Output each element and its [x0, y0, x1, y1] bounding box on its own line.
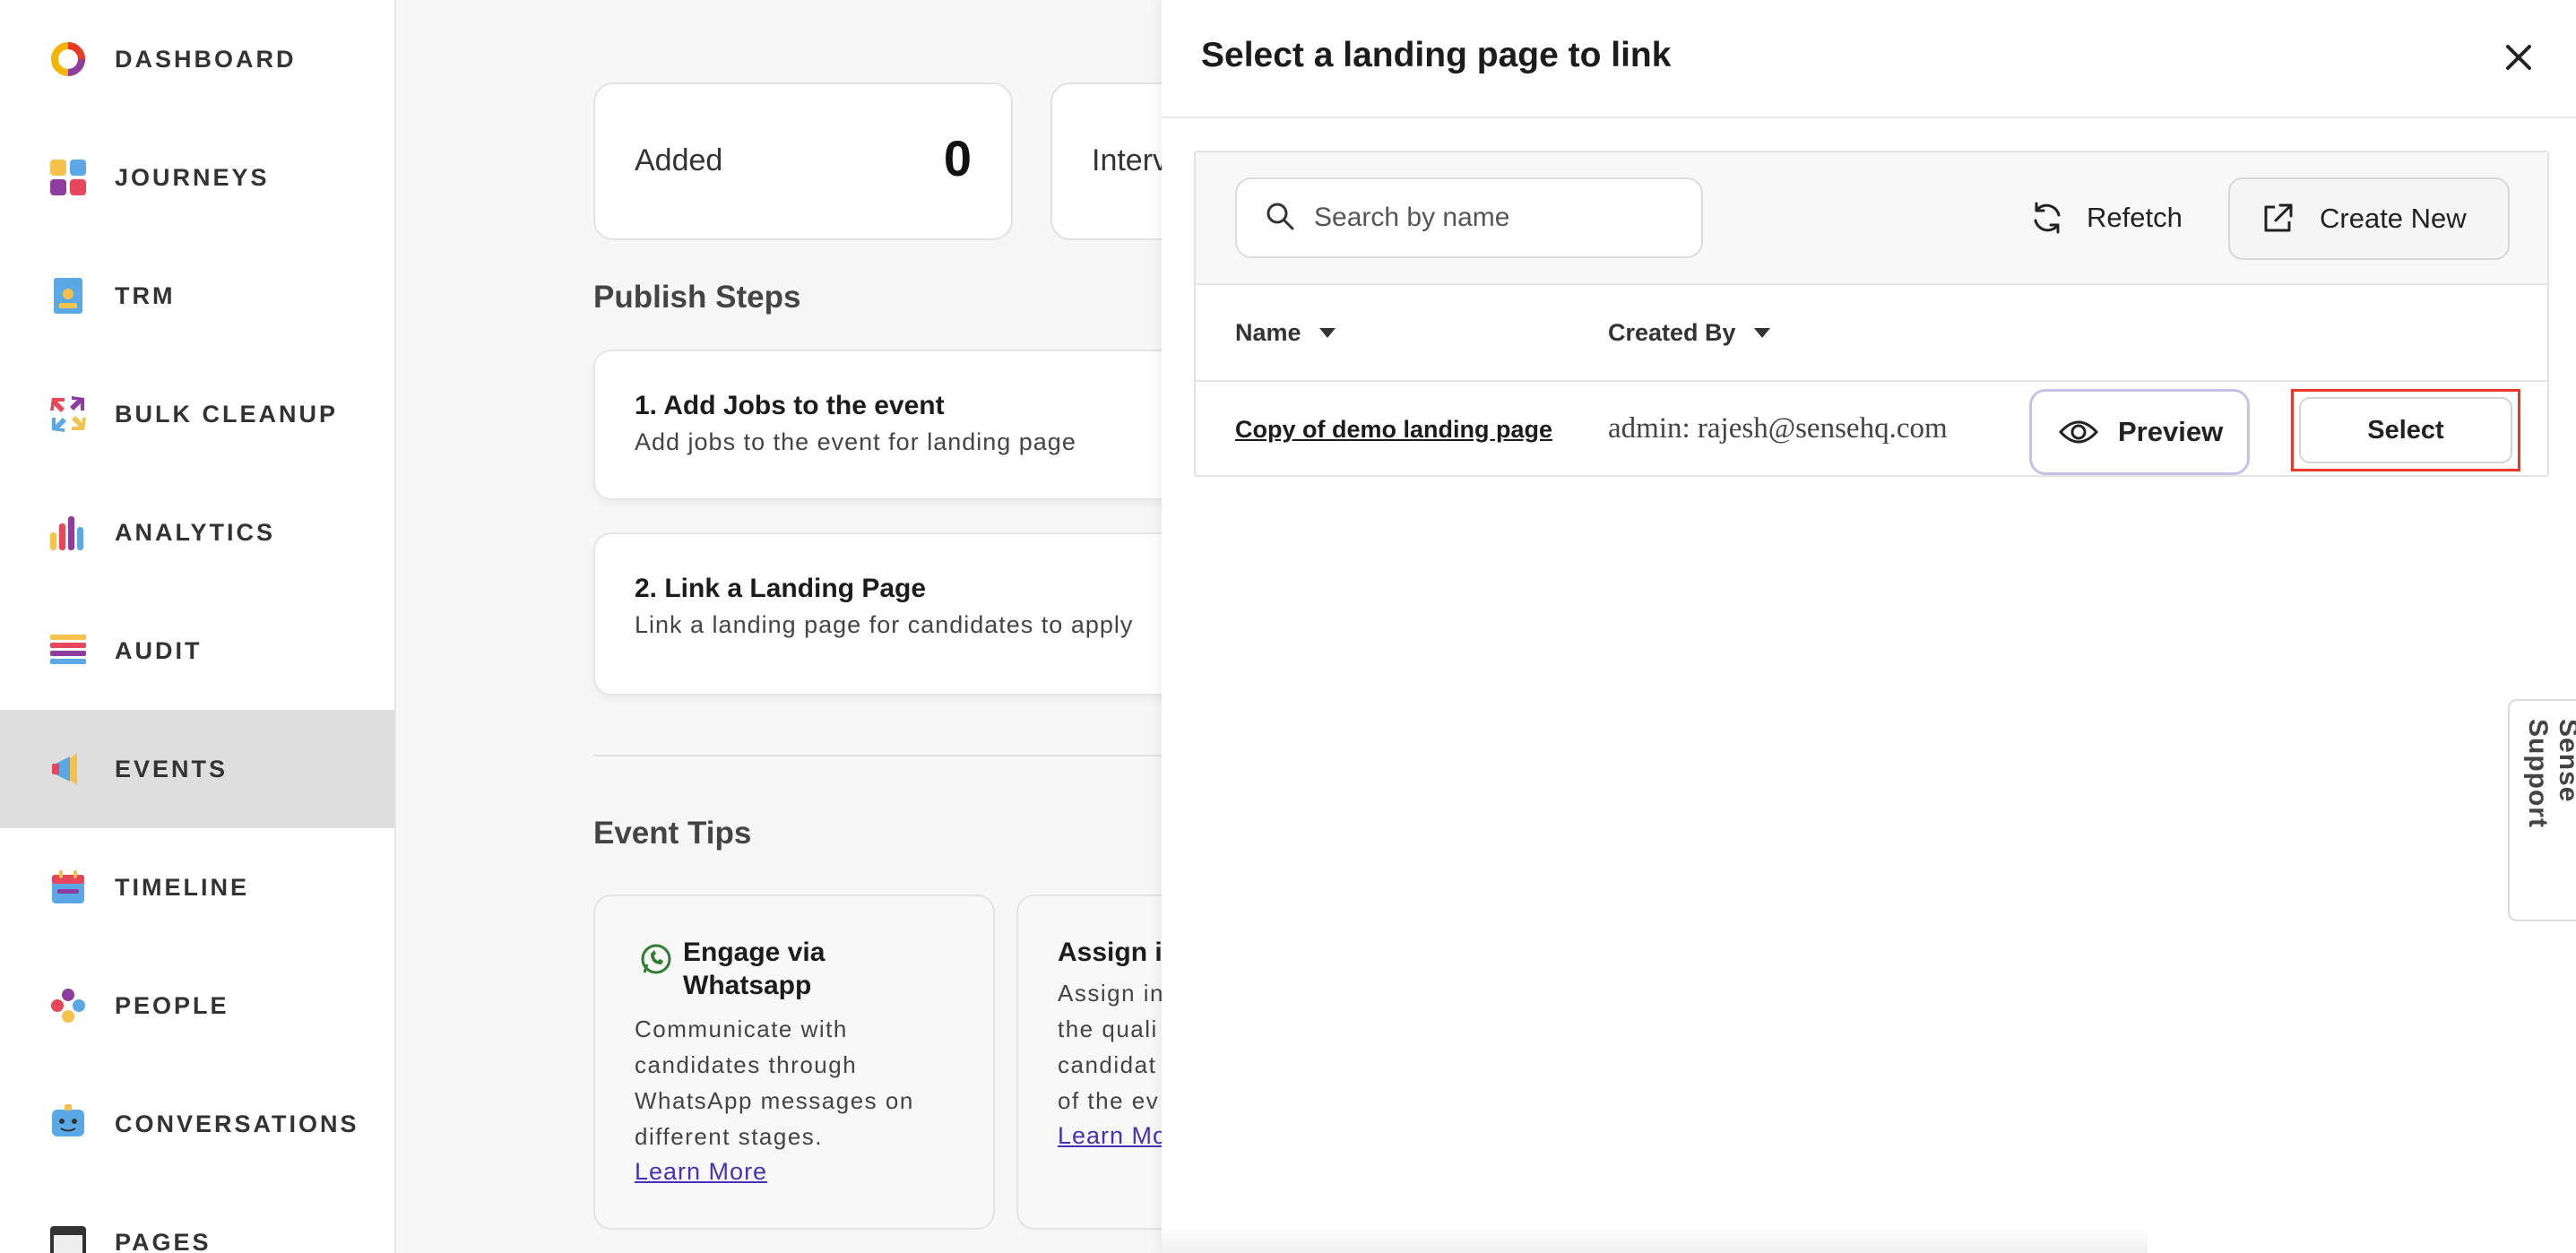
preview-label: Preview — [2118, 416, 2224, 447]
tip-title: Engage via — [683, 938, 826, 967]
landing-page-name-link[interactable]: Copy of demo landing page — [1235, 416, 1552, 444]
sidebar-item-label: TIMELINE — [115, 873, 249, 901]
stat-label: Interv — [1092, 143, 1169, 177]
sidebar-item-bulk-cleanup[interactable]: BULK CLEANUP — [0, 355, 394, 473]
sidebar-item-label: DASHBOARD — [115, 45, 297, 73]
conversations-chat-icon — [48, 1104, 88, 1144]
tip-body-line: candidates through — [635, 1051, 858, 1078]
eye-icon — [2059, 418, 2098, 446]
tip-body-line: Assign in — [1058, 980, 1164, 1007]
sidebar: DASHBOARD JOURNEYS TRM BULK CLEANUP ANAL… — [0, 0, 396, 1253]
tip-body-line: of the ev — [1058, 1087, 1160, 1114]
sidebar-item-label: ANALYTICS — [115, 518, 276, 546]
sense-support-tab[interactable]: Sense Support — [2508, 699, 2576, 921]
select-landing-page-drawer: Select a landing page to link Refetch — [1162, 0, 2576, 1253]
sidebar-item-label: EVENTS — [115, 755, 229, 782]
pages-browser-icon — [48, 1223, 88, 1253]
tip-body-line: Communicate with — [635, 1015, 848, 1042]
sidebar-item-events[interactable]: EVENTS — [0, 710, 394, 828]
sidebar-item-label: JOURNEYS — [115, 163, 270, 191]
refetch-label: Refetch — [2087, 202, 2183, 233]
create-new-label: Create New — [2320, 203, 2467, 234]
select-button[interactable]: Select — [2299, 397, 2512, 463]
dashboard-ring-icon — [48, 39, 88, 79]
table-row: Copy of demo landing page admin: rajesh@… — [1196, 382, 2547, 475]
journeys-grid-icon — [48, 158, 88, 197]
panel-toolbar: Refetch Create New — [1196, 152, 2547, 285]
sidebar-item-label: PEOPLE — [115, 991, 229, 1019]
external-link-icon — [2260, 202, 2295, 236]
sidebar-item-conversations[interactable]: CONVERSATIONS — [0, 1065, 394, 1183]
preview-button[interactable]: Preview — [2029, 389, 2250, 475]
tip-body-line: the quali — [1058, 1015, 1158, 1042]
audit-list-icon — [48, 631, 88, 670]
close-icon[interactable] — [2497, 36, 2540, 79]
sidebar-item-timeline[interactable]: TIMELINE — [0, 828, 394, 946]
events-megaphone-icon — [48, 749, 88, 789]
step-description: Link a landing page for candidates to ap… — [635, 611, 1134, 638]
sort-caret-icon — [1318, 328, 1336, 338]
column-header-label: Name — [1235, 319, 1301, 346]
whatsapp-icon — [638, 941, 674, 981]
bottom-shadow — [1162, 1226, 2148, 1253]
drawer-divider — [1162, 117, 2576, 118]
created-by-value: admin: rajesh@sensehq.com — [1608, 412, 1948, 445]
select-button-highlight: Select — [2291, 389, 2520, 471]
sidebar-item-pages[interactable]: PAGES — [0, 1183, 394, 1253]
tip-card-whatsapp: Engage via Whatsapp Communicate with can… — [593, 894, 995, 1230]
sidebar-item-people[interactable]: PEOPLE — [0, 946, 394, 1065]
learn-more-link[interactable]: Learn Mo — [1058, 1122, 1167, 1150]
event-tips-title: Event Tips — [593, 816, 752, 851]
search-input[interactable] — [1314, 203, 1690, 233]
step-description: Add jobs to the event for landing page — [635, 428, 1076, 455]
support-tab-label: Sense Support — [2523, 719, 2576, 828]
sidebar-item-audit[interactable]: AUDIT — [0, 592, 394, 710]
step-title: 2. Link a Landing Page — [635, 574, 927, 603]
tip-title: Whatsapp — [683, 971, 812, 1000]
publish-steps-title: Publish Steps — [593, 280, 801, 315]
column-header-label: Created By — [1608, 319, 1736, 346]
column-header-created-by[interactable]: Created By — [1608, 319, 1770, 347]
trm-document-icon — [48, 276, 88, 315]
stat-label: Added — [635, 143, 723, 177]
step-title: 1. Add Jobs to the event — [635, 391, 945, 420]
tip-title: Assign in — [1058, 938, 1180, 967]
tip-body-line: WhatsApp messages on — [635, 1087, 914, 1114]
create-new-button[interactable]: Create New — [2228, 177, 2510, 260]
timeline-calendar-icon — [48, 868, 88, 907]
stat-card-added: Added 0 — [593, 82, 1013, 240]
sidebar-item-label: CONVERSATIONS — [115, 1110, 359, 1137]
sidebar-item-journeys[interactable]: JOURNEYS — [0, 118, 394, 237]
column-header-name[interactable]: Name — [1235, 319, 1336, 347]
sidebar-item-label: BULK CLEANUP — [115, 400, 338, 428]
search-icon — [1264, 200, 1296, 237]
sidebar-item-label: TRM — [115, 281, 176, 309]
sidebar-item-label: PAGES — [115, 1228, 212, 1253]
refresh-icon — [2029, 200, 2065, 236]
sidebar-item-label: AUDIT — [115, 636, 203, 664]
people-group-icon — [48, 986, 88, 1025]
bulk-cleanup-arrows-icon — [48, 394, 88, 434]
search-field[interactable] — [1235, 177, 1703, 258]
analytics-bars-icon — [48, 513, 88, 552]
refetch-button[interactable]: Refetch — [2029, 177, 2183, 258]
sidebar-item-analytics[interactable]: ANALYTICS — [0, 473, 394, 592]
stat-value: 0 — [943, 130, 972, 186]
tip-body-line: different stages. — [635, 1123, 824, 1150]
sort-caret-icon — [1753, 328, 1770, 338]
learn-more-link[interactable]: Learn More — [635, 1158, 767, 1186]
sidebar-item-dashboard[interactable]: DASHBOARD — [0, 0, 394, 118]
landing-pages-panel: Refetch Create New Name Created By Copy … — [1194, 151, 2549, 477]
sidebar-item-trm[interactable]: TRM — [0, 237, 394, 355]
tip-body-line: candidat — [1058, 1051, 1157, 1078]
drawer-title: Select a landing page to link — [1201, 36, 1672, 74]
